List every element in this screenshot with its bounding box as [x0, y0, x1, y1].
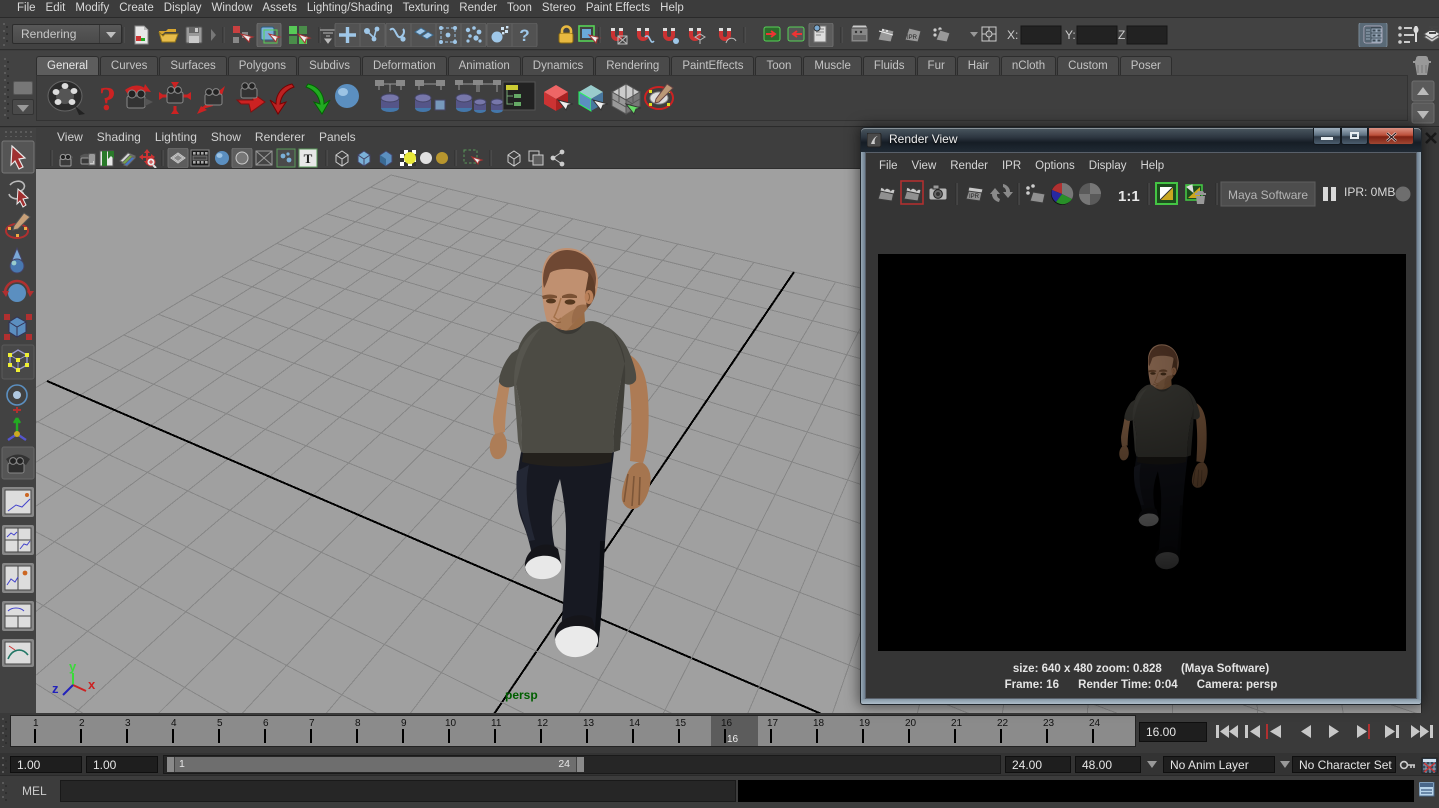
svg-text:24: 24	[1089, 718, 1101, 729]
svg-text:Maya Software: Maya Software	[1228, 188, 1308, 202]
svg-text:IPR: IPR	[969, 194, 980, 200]
svg-text:5: 5	[217, 718, 223, 729]
svg-text:23: 23	[1043, 718, 1055, 729]
svg-text:19: 19	[859, 718, 871, 729]
svg-text:8: 8	[355, 718, 361, 729]
svg-text:20: 20	[905, 718, 917, 729]
svg-text:13: 13	[583, 718, 595, 729]
svg-text:17: 17	[767, 718, 779, 729]
svg-text:14: 14	[629, 718, 641, 729]
svg-text:16: 16	[727, 734, 739, 745]
svg-text:Y:: Y:	[1065, 28, 1076, 42]
svg-text:9: 9	[401, 718, 407, 729]
svg-text:12: 12	[537, 718, 549, 729]
svg-text:IPR: IPR	[907, 35, 918, 41]
svg-text:1:1: 1:1	[1118, 188, 1140, 205]
svg-text:y: y	[69, 659, 77, 674]
svg-text:4: 4	[171, 718, 177, 729]
svg-text:X:: X:	[1007, 28, 1018, 42]
svg-text:?: ?	[519, 26, 529, 45]
svg-text:21: 21	[951, 718, 963, 729]
svg-text:x: x	[88, 677, 96, 692]
svg-text:T: T	[304, 151, 313, 166]
svg-text:1: 1	[33, 718, 39, 729]
svg-text:10: 10	[445, 718, 457, 729]
svg-text:15: 15	[675, 718, 687, 729]
svg-text:11: 11	[491, 718, 502, 729]
svg-text:22: 22	[997, 718, 1009, 729]
svg-text:?: ?	[99, 81, 116, 118]
svg-text:6: 6	[263, 718, 269, 729]
svg-text:z: z	[52, 681, 59, 696]
svg-text:3: 3	[125, 718, 131, 729]
svg-text:18: 18	[813, 718, 825, 729]
svg-text:2: 2	[79, 718, 85, 729]
svg-text:16: 16	[721, 718, 733, 729]
svg-text:7: 7	[309, 718, 315, 729]
